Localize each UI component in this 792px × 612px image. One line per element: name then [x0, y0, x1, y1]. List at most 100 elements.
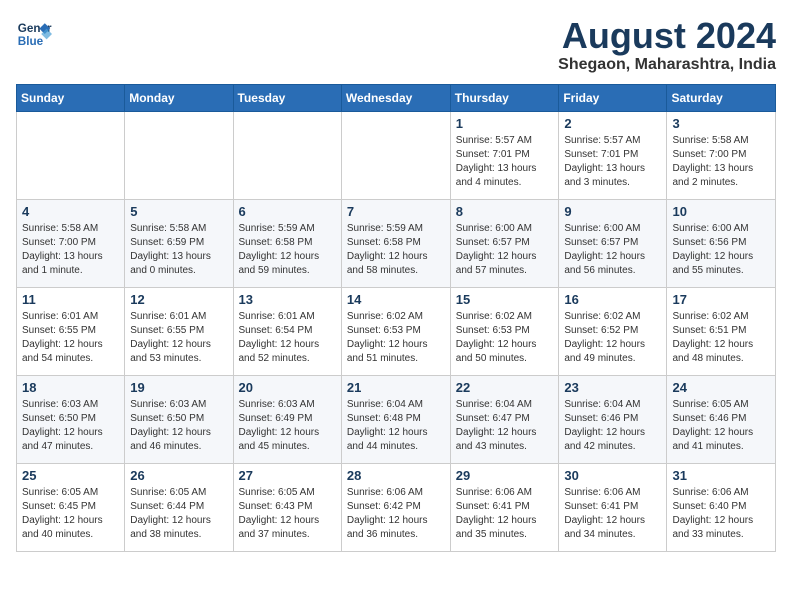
calendar-cell: 26 Sunrise: 6:05 AM Sunset: 6:44 PM Dayli… — [125, 463, 233, 551]
svg-text:Blue: Blue — [18, 35, 44, 48]
day-info: Sunrise: 5:58 AM Sunset: 7:00 PM Dayligh… — [672, 134, 770, 190]
day-info: Sunrise: 5:57 AM Sunset: 7:01 PM Dayligh… — [564, 134, 661, 190]
day-number: 1 — [456, 116, 554, 131]
day-number: 26 — [130, 468, 227, 483]
page-header: General Blue General Blue August 2024 Sh… — [16, 16, 776, 74]
day-number: 28 — [347, 468, 445, 483]
location-title: Shegaon, Maharashtra, India — [558, 56, 776, 74]
calendar-cell: 7 Sunrise: 5:59 AM Sunset: 6:58 PM Daylig… — [341, 199, 450, 287]
week-row-3: 11 Sunrise: 6:01 AM Sunset: 6:55 PM Dayli… — [17, 287, 776, 375]
day-info: Sunrise: 6:01 AM Sunset: 6:55 PM Dayligh… — [130, 310, 227, 366]
day-info: Sunrise: 6:06 AM Sunset: 6:42 PM Dayligh… — [347, 486, 445, 542]
day-number: 27 — [239, 468, 336, 483]
day-info: Sunrise: 6:01 AM Sunset: 6:55 PM Dayligh… — [22, 310, 119, 366]
calendar-cell: 5Sunrise: 5:58 AM Sunset: 6:59 PM Daylig… — [125, 199, 233, 287]
calendar-cell: 8 Sunrise: 6:00 AM Sunset: 6:57 PM Daylig… — [450, 199, 559, 287]
day-info: Sunrise: 5:59 AM Sunset: 6:58 PM Dayligh… — [239, 222, 336, 278]
calendar-cell: 22 Sunrise: 6:04 AM Sunset: 6:47 PM Dayli… — [450, 375, 559, 463]
weekday-header-saturday: Saturday — [667, 84, 776, 111]
calendar-cell: 25Sunrise: 6:05 AM Sunset: 6:45 PM Dayli… — [17, 463, 125, 551]
calendar-cell: 2 Sunrise: 5:57 AM Sunset: 7:01 PM Daylig… — [559, 111, 667, 199]
calendar-cell: 23 Sunrise: 6:04 AM Sunset: 6:46 PM Dayli… — [559, 375, 667, 463]
day-info: Sunrise: 6:05 AM Sunset: 6:46 PM Dayligh… — [672, 398, 770, 454]
day-info: Sunrise: 6:05 AM Sunset: 6:43 PM Dayligh… — [239, 486, 336, 542]
day-number: 2 — [564, 116, 661, 131]
day-number: 20 — [239, 380, 336, 395]
calendar-cell: 9Sunrise: 6:00 AM Sunset: 6:57 PM Daylig… — [559, 199, 667, 287]
day-info: Sunrise: 6:01 AM Sunset: 6:54 PM Dayligh… — [239, 310, 336, 366]
day-info: Sunrise: 6:04 AM Sunset: 6:48 PM Dayligh… — [347, 398, 445, 454]
weekday-header-wednesday: Wednesday — [341, 84, 450, 111]
day-number: 31 — [672, 468, 770, 483]
day-number: 12 — [130, 292, 227, 307]
week-row-2: 4 Sunrise: 5:58 AM Sunset: 7:00 PM Daylig… — [17, 199, 776, 287]
weekday-header-sunday: Sunday — [17, 84, 125, 111]
calendar-cell: 4 Sunrise: 5:58 AM Sunset: 7:00 PM Daylig… — [17, 199, 125, 287]
calendar-table: SundayMondayTuesdayWednesdayThursdayFrid… — [16, 84, 776, 552]
day-number: 29 — [456, 468, 554, 483]
day-info: Sunrise: 6:02 AM Sunset: 6:52 PM Dayligh… — [564, 310, 661, 366]
day-number: 6 — [239, 204, 336, 219]
calendar-cell: 21 Sunrise: 6:04 AM Sunset: 6:48 PM Dayli… — [341, 375, 450, 463]
week-row-1: 1 Sunrise: 5:57 AM Sunset: 7:01 PM Daylig… — [17, 111, 776, 199]
day-info: Sunrise: 6:03 AM Sunset: 6:50 PM Dayligh… — [22, 398, 119, 454]
weekday-header-tuesday: Tuesday — [233, 84, 341, 111]
day-number: 8 — [456, 204, 554, 219]
day-info: Sunrise: 6:02 AM Sunset: 6:53 PM Dayligh… — [347, 310, 445, 366]
calendar-cell: 6 Sunrise: 5:59 AM Sunset: 6:58 PM Daylig… — [233, 199, 341, 287]
weekday-header-row: SundayMondayTuesdayWednesdayThursdayFrid… — [17, 84, 776, 111]
day-number: 7 — [347, 204, 445, 219]
calendar-cell: 20 Sunrise: 6:03 AM Sunset: 6:49 PM Dayli… — [233, 375, 341, 463]
day-number: 16 — [564, 292, 661, 307]
logo-icon: General Blue — [16, 16, 52, 52]
calendar-cell: 24 Sunrise: 6:05 AM Sunset: 6:46 PM Dayli… — [667, 375, 776, 463]
month-year-title: August 2024 — [558, 16, 776, 56]
day-number: 19 — [130, 380, 227, 395]
calendar-cell: 29 Sunrise: 6:06 AM Sunset: 6:41 PM Dayli… — [450, 463, 559, 551]
day-info: Sunrise: 6:06 AM Sunset: 6:41 PM Dayligh… — [564, 486, 661, 542]
calendar-cell: 30Sunrise: 6:06 AM Sunset: 6:41 PM Dayli… — [559, 463, 667, 551]
day-info: Sunrise: 6:03 AM Sunset: 6:50 PM Dayligh… — [130, 398, 227, 454]
calendar-cell: 13 Sunrise: 6:01 AM Sunset: 6:54 PM Dayli… — [233, 287, 341, 375]
weekday-header-monday: Monday — [125, 84, 233, 111]
logo: General Blue General Blue — [16, 16, 52, 52]
day-info: Sunrise: 6:05 AM Sunset: 6:45 PM Dayligh… — [22, 486, 119, 542]
day-number: 15 — [456, 292, 554, 307]
calendar-cell: 3 Sunrise: 5:58 AM Sunset: 7:00 PM Daylig… — [667, 111, 776, 199]
day-info: Sunrise: 6:06 AM Sunset: 6:41 PM Dayligh… — [456, 486, 554, 542]
calendar-cell: 14 Sunrise: 6:02 AM Sunset: 6:53 PM Dayli… — [341, 287, 450, 375]
day-number: 22 — [456, 380, 554, 395]
day-info: Sunrise: 6:05 AM Sunset: 6:44 PM Dayligh… — [130, 486, 227, 542]
day-info: Sunrise: 6:04 AM Sunset: 6:47 PM Dayligh… — [456, 398, 554, 454]
day-info: Sunrise: 5:58 AM Sunset: 6:59 PM Dayligh… — [130, 222, 227, 278]
week-row-5: 25Sunrise: 6:05 AM Sunset: 6:45 PM Dayli… — [17, 463, 776, 551]
calendar-cell: 12 Sunrise: 6:01 AM Sunset: 6:55 PM Dayli… — [125, 287, 233, 375]
day-number: 13 — [239, 292, 336, 307]
day-info: Sunrise: 6:04 AM Sunset: 6:46 PM Dayligh… — [564, 398, 661, 454]
calendar-cell: 1 Sunrise: 5:57 AM Sunset: 7:01 PM Daylig… — [450, 111, 559, 199]
weekday-header-friday: Friday — [559, 84, 667, 111]
day-number: 4 — [22, 204, 119, 219]
day-info: Sunrise: 6:06 AM Sunset: 6:40 PM Dayligh… — [672, 486, 770, 542]
calendar-cell — [233, 111, 341, 199]
calendar-cell: 31 Sunrise: 6:06 AM Sunset: 6:40 PM Dayli… — [667, 463, 776, 551]
day-info: Sunrise: 6:00 AM Sunset: 6:56 PM Dayligh… — [672, 222, 770, 278]
day-info: Sunrise: 6:02 AM Sunset: 6:51 PM Dayligh… — [672, 310, 770, 366]
day-info: Sunrise: 5:58 AM Sunset: 7:00 PM Dayligh… — [22, 222, 119, 278]
day-info: Sunrise: 5:59 AM Sunset: 6:58 PM Dayligh… — [347, 222, 445, 278]
day-number: 24 — [672, 380, 770, 395]
calendar-cell: 11 Sunrise: 6:01 AM Sunset: 6:55 PM Dayli… — [17, 287, 125, 375]
day-number: 3 — [672, 116, 770, 131]
day-number: 23 — [564, 380, 661, 395]
week-row-4: 18 Sunrise: 6:03 AM Sunset: 6:50 PM Dayli… — [17, 375, 776, 463]
day-info: Sunrise: 6:03 AM Sunset: 6:49 PM Dayligh… — [239, 398, 336, 454]
calendar-cell — [17, 111, 125, 199]
day-number: 14 — [347, 292, 445, 307]
calendar-cell: 19 Sunrise: 6:03 AM Sunset: 6:50 PM Dayli… — [125, 375, 233, 463]
calendar-cell: 15Sunrise: 6:02 AM Sunset: 6:53 PM Dayli… — [450, 287, 559, 375]
day-info: Sunrise: 5:57 AM Sunset: 7:01 PM Dayligh… — [456, 134, 554, 190]
day-number: 18 — [22, 380, 119, 395]
day-info: Sunrise: 6:00 AM Sunset: 6:57 PM Dayligh… — [456, 222, 554, 278]
day-number: 11 — [22, 292, 119, 307]
day-number: 21 — [347, 380, 445, 395]
